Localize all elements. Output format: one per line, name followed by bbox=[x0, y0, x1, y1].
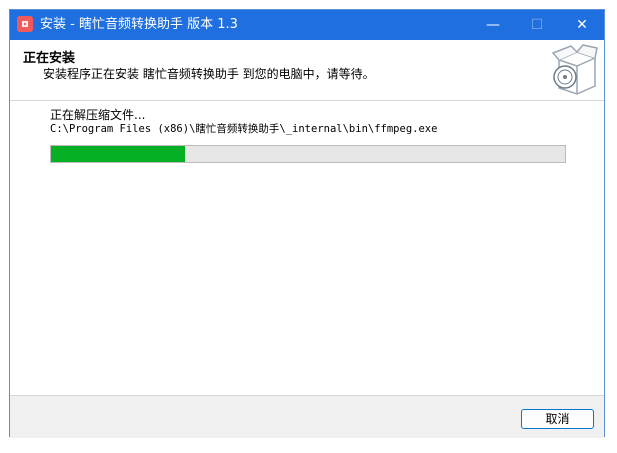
page-subtitle: 安装程序正在安装 瞎忙音频转换助手 到您的电脑中，请等待。 bbox=[43, 67, 375, 81]
installer-box-icon bbox=[551, 44, 598, 95]
installer-window: 安装 - 瞎忙音频转换助手 版本 1.3 — ☐ ✕ 正在安装 安装程序正在安装… bbox=[9, 9, 605, 438]
close-button[interactable]: ✕ bbox=[560, 10, 604, 40]
app-icon bbox=[17, 16, 33, 32]
progress-bar-fill bbox=[51, 146, 185, 162]
install-progress-panel: 正在解压缩文件... C:\Program Files (x86)\瞎忙音频转换… bbox=[10, 101, 604, 395]
window-title: 安装 - 瞎忙音频转换助手 版本 1.3 bbox=[40, 17, 238, 32]
current-file-path: C:\Program Files (x86)\瞎忙音频转换助手\_interna… bbox=[50, 123, 438, 135]
page-header: 正在安装 安装程序正在安装 瞎忙音频转换助手 到您的电脑中，请等待。 bbox=[10, 40, 604, 101]
title-bar[interactable]: 安装 - 瞎忙音频转换助手 版本 1.3 — ☐ ✕ bbox=[10, 10, 604, 40]
minimize-button[interactable]: — bbox=[471, 10, 515, 40]
page-title: 正在安装 bbox=[23, 51, 76, 66]
maximize-button[interactable]: ☐ bbox=[515, 10, 559, 40]
button-bar: 取消 bbox=[10, 395, 604, 438]
progress-bar bbox=[50, 145, 566, 163]
cancel-button[interactable]: 取消 bbox=[521, 409, 594, 429]
